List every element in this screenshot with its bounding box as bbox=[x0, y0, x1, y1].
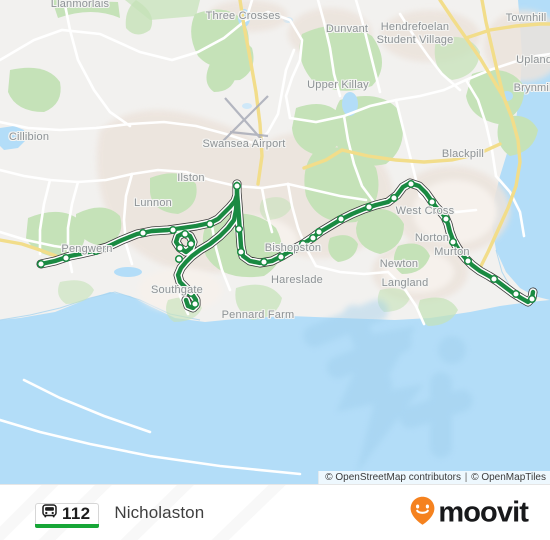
route-station-marker[interactable] bbox=[174, 254, 184, 264]
attribution-separator: | bbox=[464, 472, 468, 483]
map-attribution: © OpenStreetMap contributors | © OpenMap… bbox=[318, 471, 550, 484]
route-station-marker[interactable] bbox=[61, 253, 71, 263]
bus-icon bbox=[42, 504, 57, 523]
route-station-marker[interactable] bbox=[175, 243, 185, 253]
route-station-marker[interactable] bbox=[441, 214, 451, 224]
route-station-marker[interactable] bbox=[232, 181, 242, 191]
route-station-marker[interactable] bbox=[336, 214, 346, 224]
route-badge[interactable]: 112 bbox=[35, 502, 100, 528]
moovit-logo[interactable]: moovit bbox=[409, 496, 529, 531]
route-station-marker[interactable] bbox=[427, 197, 437, 207]
route-destination: Nicholaston bbox=[114, 503, 205, 522]
route-station-marker[interactable] bbox=[36, 259, 46, 269]
route-station-marker[interactable] bbox=[180, 229, 190, 239]
route-map-screenshot: Llanmorlais Three Crosses Dunvant Townhill H… bbox=[0, 0, 550, 540]
route-footer-bar: 112 Nicholaston moovit bbox=[0, 484, 550, 540]
route-number: 112 bbox=[62, 504, 91, 523]
route-station-marker[interactable] bbox=[186, 239, 196, 249]
route-station-marker[interactable] bbox=[276, 252, 286, 262]
moovit-pin-icon bbox=[409, 496, 436, 531]
route-station-marker[interactable] bbox=[186, 288, 196, 298]
route-station-marker[interactable] bbox=[389, 193, 399, 203]
route-station-marker[interactable] bbox=[463, 256, 473, 266]
map-vector-layer bbox=[0, 0, 550, 484]
route-station-marker[interactable] bbox=[298, 239, 308, 249]
route-station-marker[interactable] bbox=[287, 245, 297, 255]
route-station-marker[interactable] bbox=[489, 274, 499, 284]
attribution-openmaptiles[interactable]: © OpenMapTiles bbox=[471, 472, 546, 483]
route-station-marker[interactable] bbox=[138, 228, 148, 238]
route-station-marker[interactable] bbox=[168, 225, 178, 235]
route-station-marker[interactable] bbox=[448, 237, 458, 247]
route-station-marker[interactable] bbox=[259, 257, 269, 267]
route-station-marker[interactable] bbox=[511, 289, 521, 299]
moovit-wordmark: moovit bbox=[438, 496, 529, 529]
route-station-marker[interactable] bbox=[234, 224, 244, 234]
attribution-osm[interactable]: © OpenStreetMap contributors bbox=[325, 472, 461, 483]
route-station-marker[interactable] bbox=[91, 246, 101, 256]
route-station-marker[interactable] bbox=[236, 247, 246, 257]
route-station-marker[interactable] bbox=[314, 227, 324, 237]
route-station-marker[interactable] bbox=[527, 294, 537, 304]
route-station-marker[interactable] bbox=[364, 202, 374, 212]
map-canvas[interactable]: Llanmorlais Three Crosses Dunvant Townhill H… bbox=[0, 0, 550, 484]
route-station-marker[interactable] bbox=[190, 299, 200, 309]
route-station-marker[interactable] bbox=[406, 179, 416, 189]
route-station-marker[interactable] bbox=[205, 219, 215, 229]
route-station-marker[interactable] bbox=[308, 233, 318, 243]
